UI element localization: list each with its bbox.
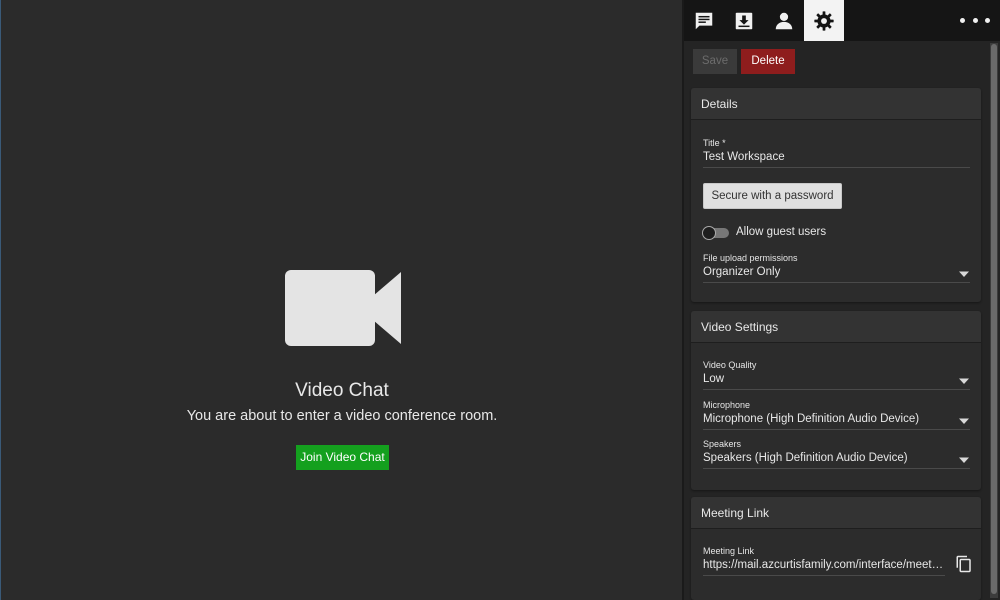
- allow-guest-toggle[interactable]: [702, 226, 729, 240]
- video-chat-title: Video Chat: [295, 380, 389, 401]
- microphone-select[interactable]: Microphone Microphone (High Definition A…: [703, 400, 970, 430]
- gear-icon: [814, 10, 834, 31]
- video-quality-select[interactable]: Video Quality Low: [703, 360, 970, 390]
- video-chat-area: Video Chat You are about to enter a vide…: [0, 0, 682, 600]
- title-label: Title *: [703, 138, 726, 148]
- allow-guest-label: Allow guest users: [736, 226, 827, 238]
- chat-icon: [695, 12, 713, 29]
- more-horizontal-icon[interactable]: [960, 10, 990, 30]
- details-header: Details: [691, 88, 981, 120]
- video-chat-subtitle: You are about to enter a video conferenc…: [186, 408, 498, 424]
- save-button[interactable]: Save: [693, 49, 737, 74]
- title-input[interactable]: Test Workspace: [703, 151, 970, 168]
- video-quality-label: Video Quality: [703, 360, 757, 370]
- delete-button[interactable]: Delete: [741, 49, 795, 74]
- title-field[interactable]: Title * Test Workspace: [703, 138, 970, 168]
- secure-password-button[interactable]: Secure with a password: [703, 183, 842, 209]
- meeting-link-header: Meeting Link: [691, 497, 981, 529]
- tab-files[interactable]: [724, 0, 764, 41]
- meeting-link-input[interactable]: https://mail.azcurtisfamily.com/interfac…: [703, 559, 945, 576]
- microphone-value[interactable]: Microphone (High Definition Audio Device…: [703, 413, 970, 430]
- copy-icon[interactable]: [955, 555, 973, 573]
- speakers-text: Speakers (High Definition Audio Device): [703, 452, 908, 464]
- settings-scroll-area: Save Delete Details Title * Test Workspa…: [684, 41, 1000, 600]
- meeting-link-field[interactable]: Meeting Link https://mail.azcurtisfamily…: [703, 546, 945, 576]
- meeting-link-card: Meeting Link Meeting Link https://mail.a…: [691, 497, 981, 600]
- video-camera-icon: [285, 270, 401, 346]
- speakers-value[interactable]: Speakers (High Definition Audio Device): [703, 452, 970, 469]
- meeting-link-label: Meeting Link: [703, 546, 755, 556]
- video-quality-value[interactable]: Low: [703, 373, 970, 390]
- details-card: Details Title * Test Workspace Secure wi…: [691, 88, 981, 302]
- chevron-down-icon: [959, 378, 969, 384]
- speakers-select[interactable]: Speakers Speakers (High Definition Audio…: [703, 439, 970, 469]
- person-icon: [775, 12, 793, 29]
- scrollbar-thumb[interactable]: [991, 44, 997, 594]
- upload-permissions-text: Organizer Only: [703, 266, 781, 278]
- tab-chat[interactable]: [684, 0, 724, 41]
- video-settings-header: Video Settings: [691, 311, 981, 343]
- panel-tab-bar: [684, 0, 1000, 41]
- chevron-down-icon: [959, 457, 969, 463]
- download-icon: [735, 12, 753, 29]
- tab-settings[interactable]: [804, 0, 844, 41]
- chevron-down-icon: [959, 418, 969, 424]
- microphone-label: Microphone: [703, 400, 751, 410]
- speakers-label: Speakers: [703, 439, 742, 449]
- tab-people[interactable]: [764, 0, 804, 41]
- video-quality-text: Low: [703, 373, 725, 385]
- upload-permissions-label: File upload permissions: [703, 253, 798, 263]
- video-settings-card: Video Settings Video Quality Low Microph…: [691, 311, 981, 490]
- app-window: Video Chat You are about to enter a vide…: [0, 0, 1000, 600]
- settings-panel: Save Delete Details Title * Test Workspa…: [684, 0, 1000, 600]
- microphone-text: Microphone (High Definition Audio Device…: [703, 413, 920, 425]
- join-video-chat-button[interactable]: Join Video Chat: [296, 445, 389, 470]
- chevron-down-icon: [959, 271, 969, 277]
- upload-permissions-value[interactable]: Organizer Only: [703, 266, 970, 283]
- upload-permissions-select[interactable]: File upload permissions Organizer Only: [703, 253, 970, 283]
